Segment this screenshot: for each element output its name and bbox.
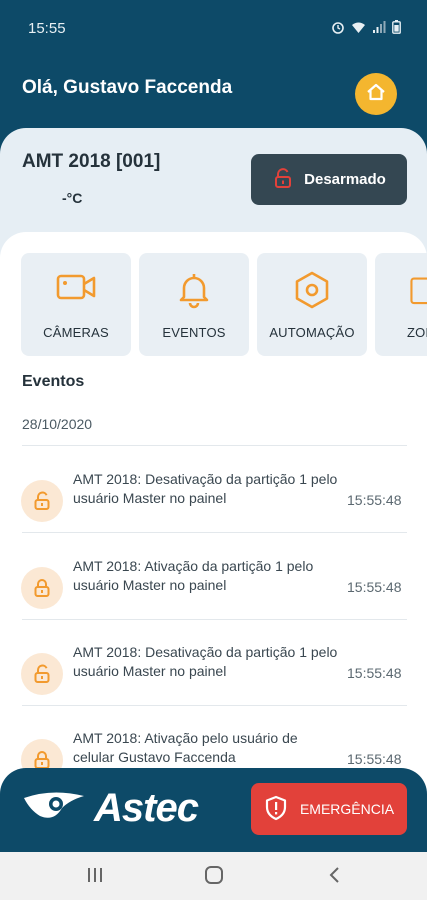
status-time: 15:55 xyxy=(28,20,66,37)
arm-state-label: Desarmado xyxy=(304,171,386,188)
emergency-label: EMERGÊNCIA xyxy=(299,801,395,817)
event-time: 15:55:48 xyxy=(347,579,402,595)
lock-icon xyxy=(21,567,63,609)
events-title: Eventos xyxy=(22,373,85,390)
shortcut-events[interactable]: EVENTOS xyxy=(139,253,249,356)
events-date: 28/10/2020 xyxy=(22,416,93,432)
event-item[interactable]: AMT 2018: Desativação da partição 1 pelo… xyxy=(0,468,427,554)
zone-icon xyxy=(375,270,427,310)
recent-apps-icon xyxy=(86,867,104,888)
event-time: 15:55:48 xyxy=(347,492,402,508)
divider xyxy=(22,532,407,533)
divider xyxy=(22,705,407,706)
eye-logo-icon xyxy=(22,786,86,831)
divider xyxy=(22,445,407,446)
back-icon xyxy=(327,866,341,889)
back-button[interactable] xyxy=(322,866,346,888)
unlock-icon xyxy=(21,653,63,695)
shortcut-label: AUTOMAÇÃO xyxy=(269,325,355,340)
divider xyxy=(22,619,407,620)
battery-icon xyxy=(392,20,401,37)
shortcut-zones[interactable]: ZON xyxy=(375,253,427,356)
brand-logo: Astec xyxy=(22,786,199,831)
hexagon-icon xyxy=(257,270,367,310)
status-bar: 15:55 xyxy=(0,0,427,56)
greeting-title: Olá, Gustavo Faccenda xyxy=(22,77,233,98)
event-time: 15:55:48 xyxy=(347,665,402,681)
event-text: AMT 2018: Desativação da partição 1 pelo… xyxy=(73,471,338,506)
emergency-button[interactable]: EMERGÊNCIA xyxy=(251,783,407,835)
event-text: AMT 2018: Desativação da partição 1 pelo… xyxy=(73,644,338,679)
shortcut-cameras[interactable]: CÂMERAS xyxy=(21,253,131,356)
bell-icon xyxy=(139,270,249,310)
device-name: AMT 2018 [001] xyxy=(22,151,161,172)
unlock-icon xyxy=(272,167,294,193)
event-item[interactable]: AMT 2018: Desativação da partição 1 pelo… xyxy=(0,641,427,727)
home-icon xyxy=(365,81,387,108)
event-text: AMT 2018: Ativação pelo usuário de celul… xyxy=(73,730,298,765)
arm-state-button[interactable]: Desarmado xyxy=(251,154,407,205)
event-text: AMT 2018: Ativação da partição 1 pelo us… xyxy=(73,558,314,593)
shortcut-label: CÂMERAS xyxy=(43,325,109,340)
shield-alert-icon xyxy=(264,795,288,824)
home-button[interactable] xyxy=(355,73,397,115)
unlock-icon xyxy=(21,480,63,522)
shortcut-label: ZON xyxy=(407,325,427,340)
event-item[interactable]: AMT 2018: Ativação da partição 1 pelo us… xyxy=(0,555,427,641)
wifi-icon xyxy=(351,21,366,37)
temperature: -°C xyxy=(62,190,83,206)
home-nav-icon xyxy=(204,865,224,889)
alarm-icon xyxy=(331,20,345,37)
event-time: 15:55:48 xyxy=(347,751,402,767)
status-icons xyxy=(331,20,401,37)
brand-name: Astec xyxy=(94,786,199,830)
home-nav-button[interactable] xyxy=(202,865,226,889)
recent-apps-button[interactable] xyxy=(83,866,107,888)
system-nav-bar xyxy=(0,852,427,900)
shortcut-label: EVENTOS xyxy=(162,325,226,340)
signal-icon xyxy=(372,20,386,37)
shortcut-automation[interactable]: AUTOMAÇÃO xyxy=(257,253,367,356)
camera-icon xyxy=(21,270,131,310)
